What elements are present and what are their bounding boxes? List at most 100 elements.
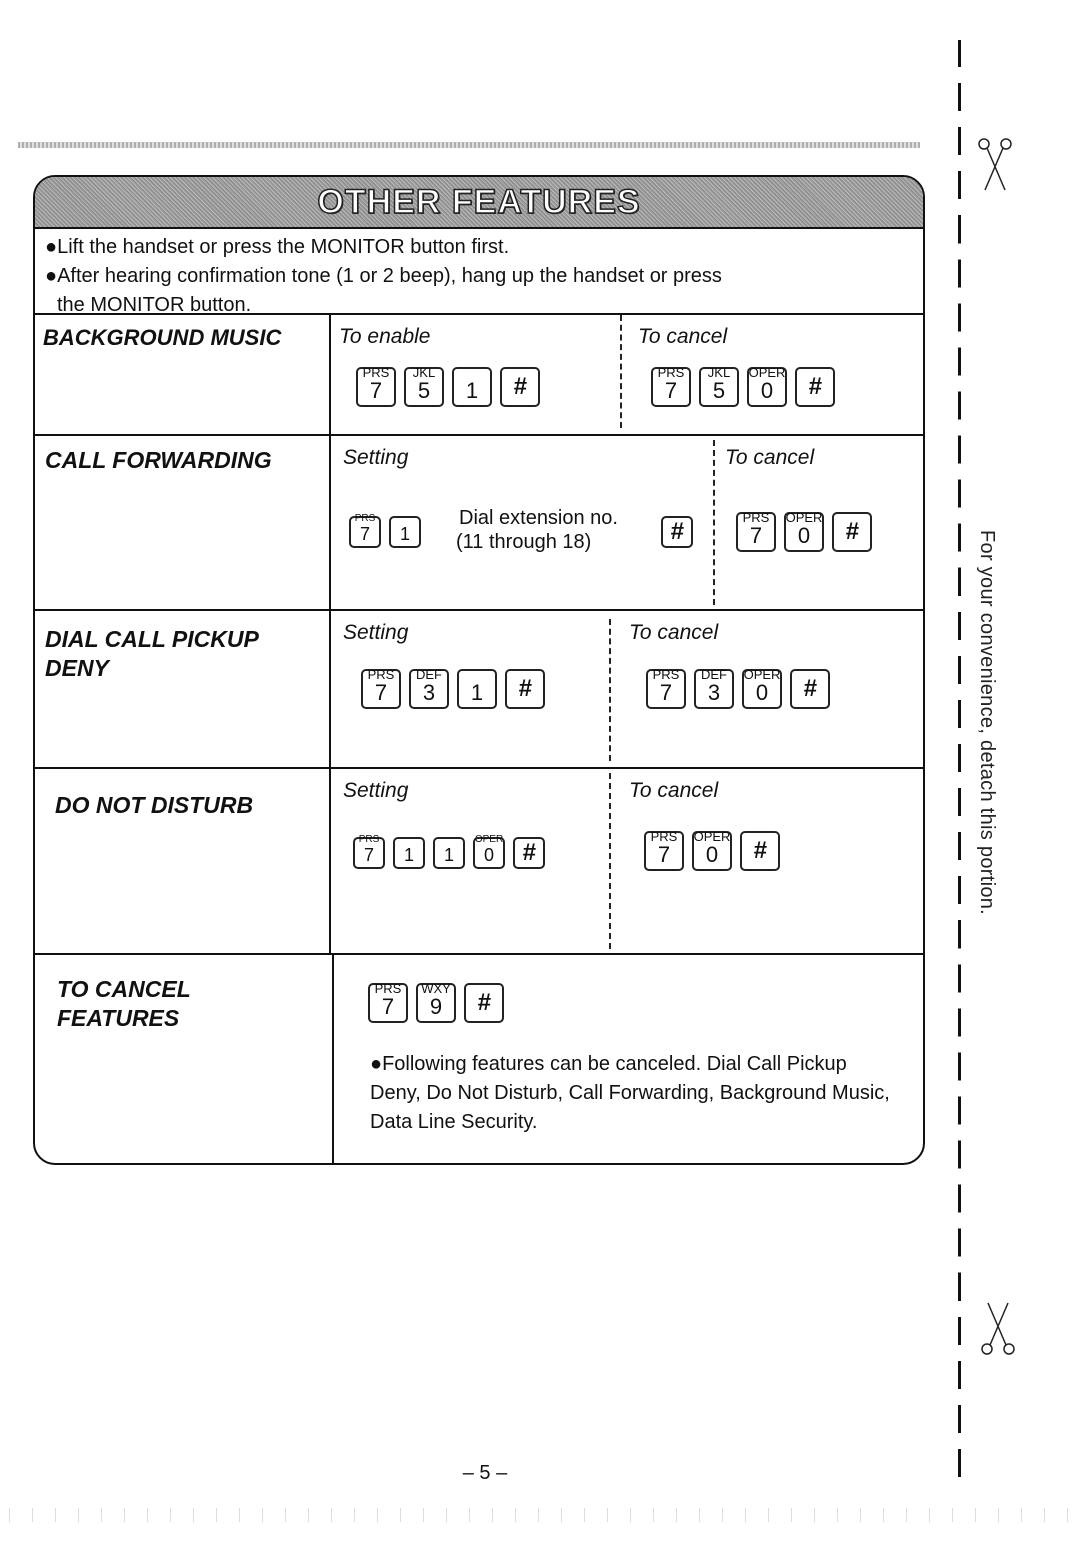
key-digit: 9 xyxy=(429,994,443,1019)
key-digit: # xyxy=(808,373,822,400)
key-5: JKL 5 xyxy=(699,366,739,407)
key-1: 1 xyxy=(433,837,465,869)
key-7: PRS 7 xyxy=(644,830,684,871)
key-hash: # xyxy=(513,837,545,869)
key-digit: # xyxy=(753,837,767,864)
key-digit: 7 xyxy=(359,524,370,544)
feature-row-background-music: BACKGROUND MUSIC To enable PRS 7 JKL 5 1 # To… xyxy=(35,315,923,436)
key-hash: # xyxy=(740,831,780,871)
cancel-all-keys: PRS 7 WXY 9 # xyxy=(368,982,504,1023)
enable-keys: PRS 7 JKL 5 1 # xyxy=(356,366,540,407)
key-hash: # xyxy=(832,512,872,552)
key-digit: 7 xyxy=(659,680,673,705)
key-digit: 5 xyxy=(417,378,431,403)
key-digit: # xyxy=(845,518,859,545)
page-number: – 5 – xyxy=(462,1462,508,1484)
key-7: PRS 7 xyxy=(356,366,396,407)
key-1: 1 xyxy=(389,516,421,548)
key-letters: PRS xyxy=(354,513,376,524)
intro-bullet: ●After hearing confirmation tone (1 or 2… xyxy=(45,265,722,287)
cancel-title: To cancel xyxy=(638,325,728,348)
key-3: DEF 3 xyxy=(409,668,449,709)
key-7: PRS 7 xyxy=(651,366,691,407)
key-digit: 0 xyxy=(483,845,494,865)
cancel-title: To cancel xyxy=(629,621,719,644)
feature-row-do-not-disturb: DO NOT DISTURB Setting PRS 7 1 1 OPER 0 # To c… xyxy=(35,769,923,955)
banner: OTHER FEATURES xyxy=(35,177,923,229)
setting-keys: PRS 7 1 xyxy=(349,513,421,548)
key-7: PRS 7 xyxy=(368,982,408,1023)
feature-label: CALL FORWARDING xyxy=(35,436,331,609)
key-digit: 0 xyxy=(755,680,769,705)
banner-title: OTHER FEATURES xyxy=(317,182,641,222)
key-digit: # xyxy=(522,839,536,866)
top-rule xyxy=(18,142,920,148)
setting-keys: PRS 7 1 1 OPER 0 # xyxy=(353,834,545,869)
cancel-features-note: ●Following features can be canceled. Dia… xyxy=(370,1053,890,1133)
scissors-icon xyxy=(978,138,1012,191)
key-digit: 1 xyxy=(443,845,454,865)
feature-content: Setting PRS 7 1 1 OPER 0 # To cancel PRS 7 OPER 0… xyxy=(331,769,923,953)
key-5: JKL 5 xyxy=(404,366,444,407)
feature-content: Setting PRS 7 DEF 3 1 # To cancel PRS 7 DEF 3 OPE… xyxy=(331,611,923,767)
scan-noise xyxy=(0,1508,1080,1522)
key-digit: 7 xyxy=(363,845,374,865)
key-digit: 0 xyxy=(705,842,719,867)
feature-content: PRS 7 WXY 9 # ●Following features can be can… xyxy=(334,955,923,1163)
dial-extension-line2: (11 through 18) xyxy=(456,531,592,553)
setting-title: Setting xyxy=(343,446,409,469)
key-digit: 7 xyxy=(369,378,383,403)
feature-row-to-cancel-features: TO CANCEL FEATURES PRS 7 WXY 9 # ●Following … xyxy=(35,955,923,1163)
key-digit: 7 xyxy=(381,994,395,1019)
key-digit: 7 xyxy=(374,680,388,705)
key-digit: 5 xyxy=(712,378,726,403)
key-digit: # xyxy=(518,675,532,702)
key-digit: 1 xyxy=(470,680,484,705)
dial-extension-text: Dial extension no. (11 through 18) xyxy=(456,506,656,554)
intro-notes: ●Lift the handset or press the MONITOR b… xyxy=(35,229,923,316)
key-7: PRS 7 xyxy=(353,834,385,869)
dashed-divider xyxy=(609,773,611,949)
key-digit: 0 xyxy=(760,378,774,403)
cut-line xyxy=(958,40,961,1480)
key-digit: # xyxy=(670,518,684,545)
key-digit: # xyxy=(477,989,491,1016)
key-hash: # xyxy=(661,516,693,548)
feature-label: DIAL CALL PICKUP DENY xyxy=(35,611,331,767)
cancel-keys: PRS 7 JKL 5 OPER 0 # xyxy=(651,366,835,407)
dashed-divider xyxy=(620,315,622,428)
feature-label: BACKGROUND MUSIC xyxy=(35,315,331,434)
detach-note: For your convenience, detach this portio… xyxy=(976,530,998,916)
dashed-divider xyxy=(713,440,715,605)
key-hash: # xyxy=(795,367,835,407)
key-hash: # xyxy=(790,669,830,709)
setting-hash-key: # xyxy=(661,516,693,548)
setting-keys: PRS 7 DEF 3 1 # xyxy=(361,668,545,709)
feature-row-call-forwarding: CALL FORWARDING Setting PRS 7 1 Dial exten… xyxy=(35,436,923,611)
key-digit: 3 xyxy=(422,680,436,705)
cancel-title: To cancel xyxy=(629,779,719,802)
key-letters: PRS xyxy=(358,834,380,845)
key-digit: 1 xyxy=(399,524,410,544)
key-7: PRS 7 xyxy=(349,513,381,548)
key-digit: 3 xyxy=(707,680,721,705)
intro-bullet: ●Lift the handset or press the MONITOR b… xyxy=(45,236,510,258)
key-1: 1 xyxy=(393,837,425,869)
setting-title: Setting xyxy=(343,621,409,644)
cancel-keys: PRS 7 OPER 0 # xyxy=(736,511,872,552)
key-digit: 7 xyxy=(749,523,763,548)
feature-label: DO NOT DISTURB xyxy=(35,769,331,953)
key-0: OPER 0 xyxy=(784,511,824,552)
other-features-panel: OTHER FEATURES ●Lift the handset or pres… xyxy=(33,175,925,1165)
enable-title: To enable xyxy=(339,325,431,348)
dashed-divider xyxy=(609,619,611,761)
key-0: OPER 0 xyxy=(742,668,782,709)
key-1: 1 xyxy=(457,669,497,709)
key-hash: # xyxy=(464,983,504,1023)
key-0: OPER 0 xyxy=(692,830,732,871)
cancel-title: To cancel xyxy=(725,446,815,469)
key-0: OPER 0 xyxy=(747,366,787,407)
key-digit: 0 xyxy=(797,523,811,548)
feature-content: Setting PRS 7 1 Dial extension no. (11 thr… xyxy=(331,436,923,609)
key-digit: 1 xyxy=(465,378,479,403)
